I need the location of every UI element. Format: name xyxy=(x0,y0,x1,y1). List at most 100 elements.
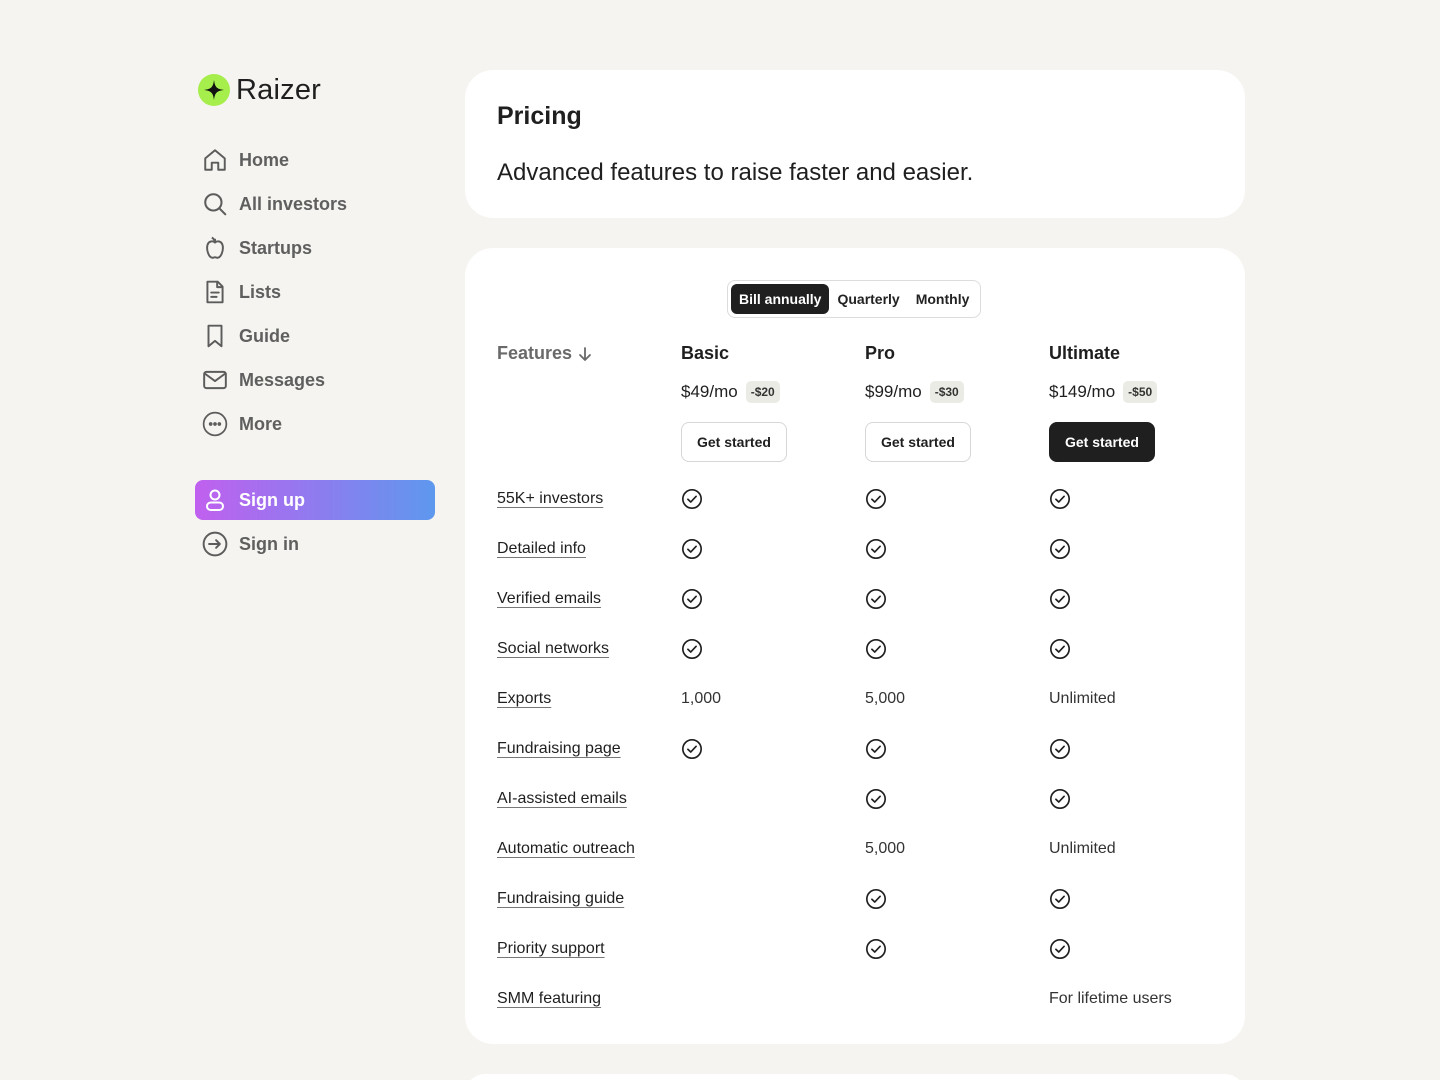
mail-icon xyxy=(202,367,228,393)
sidebar-item-label: Lists xyxy=(239,281,282,302)
pricing-table-card: Bill annually Quarterly Monthly Features B… xyxy=(465,248,1245,1044)
plan-name-pro: Pro xyxy=(865,343,896,363)
sidebar-item-label: Startups xyxy=(239,237,313,258)
feature-name-verified-emails[interactable]: Verified emails xyxy=(497,590,681,608)
check-circle-icon xyxy=(681,634,703,664)
auth-section: Sign up Sign in xyxy=(195,480,435,564)
check-circle-icon xyxy=(1049,934,1071,964)
arrow-down-icon xyxy=(578,346,592,362)
sidebar-item-more[interactable]: More xyxy=(195,404,435,444)
sidebar-item-guide[interactable]: Guide xyxy=(195,316,435,356)
get-started-button-pro[interactable]: Get started xyxy=(865,422,971,462)
get-started-button-ultimate[interactable]: Get started xyxy=(1049,422,1155,462)
check-circle-icon xyxy=(1049,484,1071,514)
arrow-circle-right-icon xyxy=(202,531,228,557)
feature-name-fundraising-page[interactable]: Fundraising page xyxy=(497,740,681,758)
feature-row: AI-assisted emails xyxy=(497,784,1217,814)
signin-button[interactable]: Sign in xyxy=(195,524,435,564)
feature-row: 55K+ investors xyxy=(497,484,1217,514)
home-icon xyxy=(202,147,228,173)
sidebar-item-label: Messages xyxy=(239,369,326,390)
feature-row: Fundraising guide xyxy=(497,884,1217,914)
feature-name-exports[interactable]: Exports xyxy=(497,690,681,708)
sidebar-item-all-investors[interactable]: All investors xyxy=(195,184,435,224)
sidebar-item-label: Guide xyxy=(239,325,291,346)
signup-button[interactable]: Sign up xyxy=(195,480,435,520)
sidebar-item-lists[interactable]: Lists xyxy=(195,272,435,312)
brand[interactable]: Raizer xyxy=(198,70,435,110)
feature-row: Priority support xyxy=(497,934,1217,964)
price-amount: $49/mo xyxy=(681,382,738,401)
page-title: Pricing xyxy=(497,102,582,130)
pricing-header-card: Pricing Advanced features to raise faste… xyxy=(465,70,1245,218)
sidebar: Raizer Home All investors Startups Lists Gui… xyxy=(195,70,435,568)
check-circle-icon xyxy=(865,884,887,914)
brand-name: Raizer xyxy=(236,73,321,106)
feature-name-social-networks[interactable]: Social networks xyxy=(497,640,681,658)
feature-row: Social networks xyxy=(497,634,1217,664)
feature-name-automatic-outreach[interactable]: Automatic outreach xyxy=(497,840,681,858)
feature-value-basic: 1,000 xyxy=(681,690,722,707)
billing-option-bill-annually[interactable]: Bill annually xyxy=(731,284,830,314)
sidebar-item-label: More xyxy=(239,413,283,434)
billing-option-quarterly[interactable]: Quarterly xyxy=(829,284,907,314)
check-circle-icon xyxy=(681,734,703,764)
check-circle-icon xyxy=(865,934,887,964)
sparkle-logo-icon xyxy=(198,74,230,106)
billing-period-toggle: Bill annually Quarterly Monthly xyxy=(727,280,982,318)
feature-value-ultimate: Unlimited xyxy=(1049,690,1116,707)
check-circle-icon xyxy=(1049,734,1071,764)
sidebar-item-label: Home xyxy=(239,149,290,170)
next-card xyxy=(465,1074,1245,1080)
feature-value-ultimate: Unlimited xyxy=(1049,840,1116,857)
page-subtitle: Advanced features to raise faster and ea… xyxy=(497,159,974,186)
check-circle-icon xyxy=(865,734,887,764)
check-circle-icon xyxy=(865,584,887,614)
apple-icon xyxy=(202,235,228,261)
sidebar-item-messages[interactable]: Messages xyxy=(195,360,435,400)
document-icon xyxy=(202,279,228,305)
feature-row: Detailed info xyxy=(497,534,1217,564)
search-icon xyxy=(202,191,228,217)
feature-value-pro: 5,000 xyxy=(865,840,906,857)
check-circle-icon xyxy=(865,534,887,564)
feature-row: Fundraising page xyxy=(497,734,1217,764)
signin-label: Sign in xyxy=(239,533,299,554)
price-amount: $99/mo xyxy=(865,382,922,401)
more-icon xyxy=(202,411,228,437)
feature-value-pro: 5,000 xyxy=(865,690,906,707)
check-circle-icon xyxy=(1049,634,1071,664)
plan-price-ultimate: $149/mo -$50 xyxy=(1049,381,1158,403)
features-column-header[interactable]: Features xyxy=(497,343,592,364)
feature-name-fundraising-guide[interactable]: Fundraising guide xyxy=(497,890,681,908)
check-circle-icon xyxy=(865,634,887,664)
feature-name-smm-featuring[interactable]: SMM featuring xyxy=(497,990,681,1008)
sidebar-item-startups[interactable]: Startups xyxy=(195,228,435,268)
get-started-button-basic[interactable]: Get started xyxy=(681,422,787,462)
feature-name-detailed-info[interactable]: Detailed info xyxy=(497,540,681,558)
check-circle-icon xyxy=(681,484,703,514)
price-amount: $149/mo xyxy=(1049,382,1116,401)
feature-name-55k-investors[interactable]: 55K+ investors xyxy=(497,490,681,508)
features-header-label: Features xyxy=(497,343,573,363)
plan-price-pro: $99/mo -$30 xyxy=(865,381,964,403)
sidebar-item-home[interactable]: Home xyxy=(195,140,435,180)
bookmark-icon xyxy=(202,323,228,349)
plan-name-basic: Basic xyxy=(681,343,730,363)
check-circle-icon xyxy=(1049,584,1071,614)
plan-name-ultimate: Ultimate xyxy=(1049,343,1121,363)
check-circle-icon xyxy=(865,784,887,814)
feature-row: Verified emails xyxy=(497,584,1217,614)
signup-label: Sign up xyxy=(239,489,305,510)
feature-name-priority-support[interactable]: Priority support xyxy=(497,940,681,958)
check-circle-icon xyxy=(1049,534,1071,564)
main-nav: Home All investors Startups Lists Guide Messa… xyxy=(195,140,435,444)
feature-name-ai-assisted-emails[interactable]: AI-assisted emails xyxy=(497,790,681,808)
feature-value-ultimate: For lifetime users xyxy=(1049,990,1172,1007)
discount-badge: -$50 xyxy=(1123,381,1158,403)
check-circle-icon xyxy=(681,584,703,614)
sidebar-item-label: All investors xyxy=(239,193,348,214)
billing-option-monthly[interactable]: Monthly xyxy=(908,284,978,314)
check-circle-icon xyxy=(865,484,887,514)
discount-badge: -$30 xyxy=(929,381,964,403)
